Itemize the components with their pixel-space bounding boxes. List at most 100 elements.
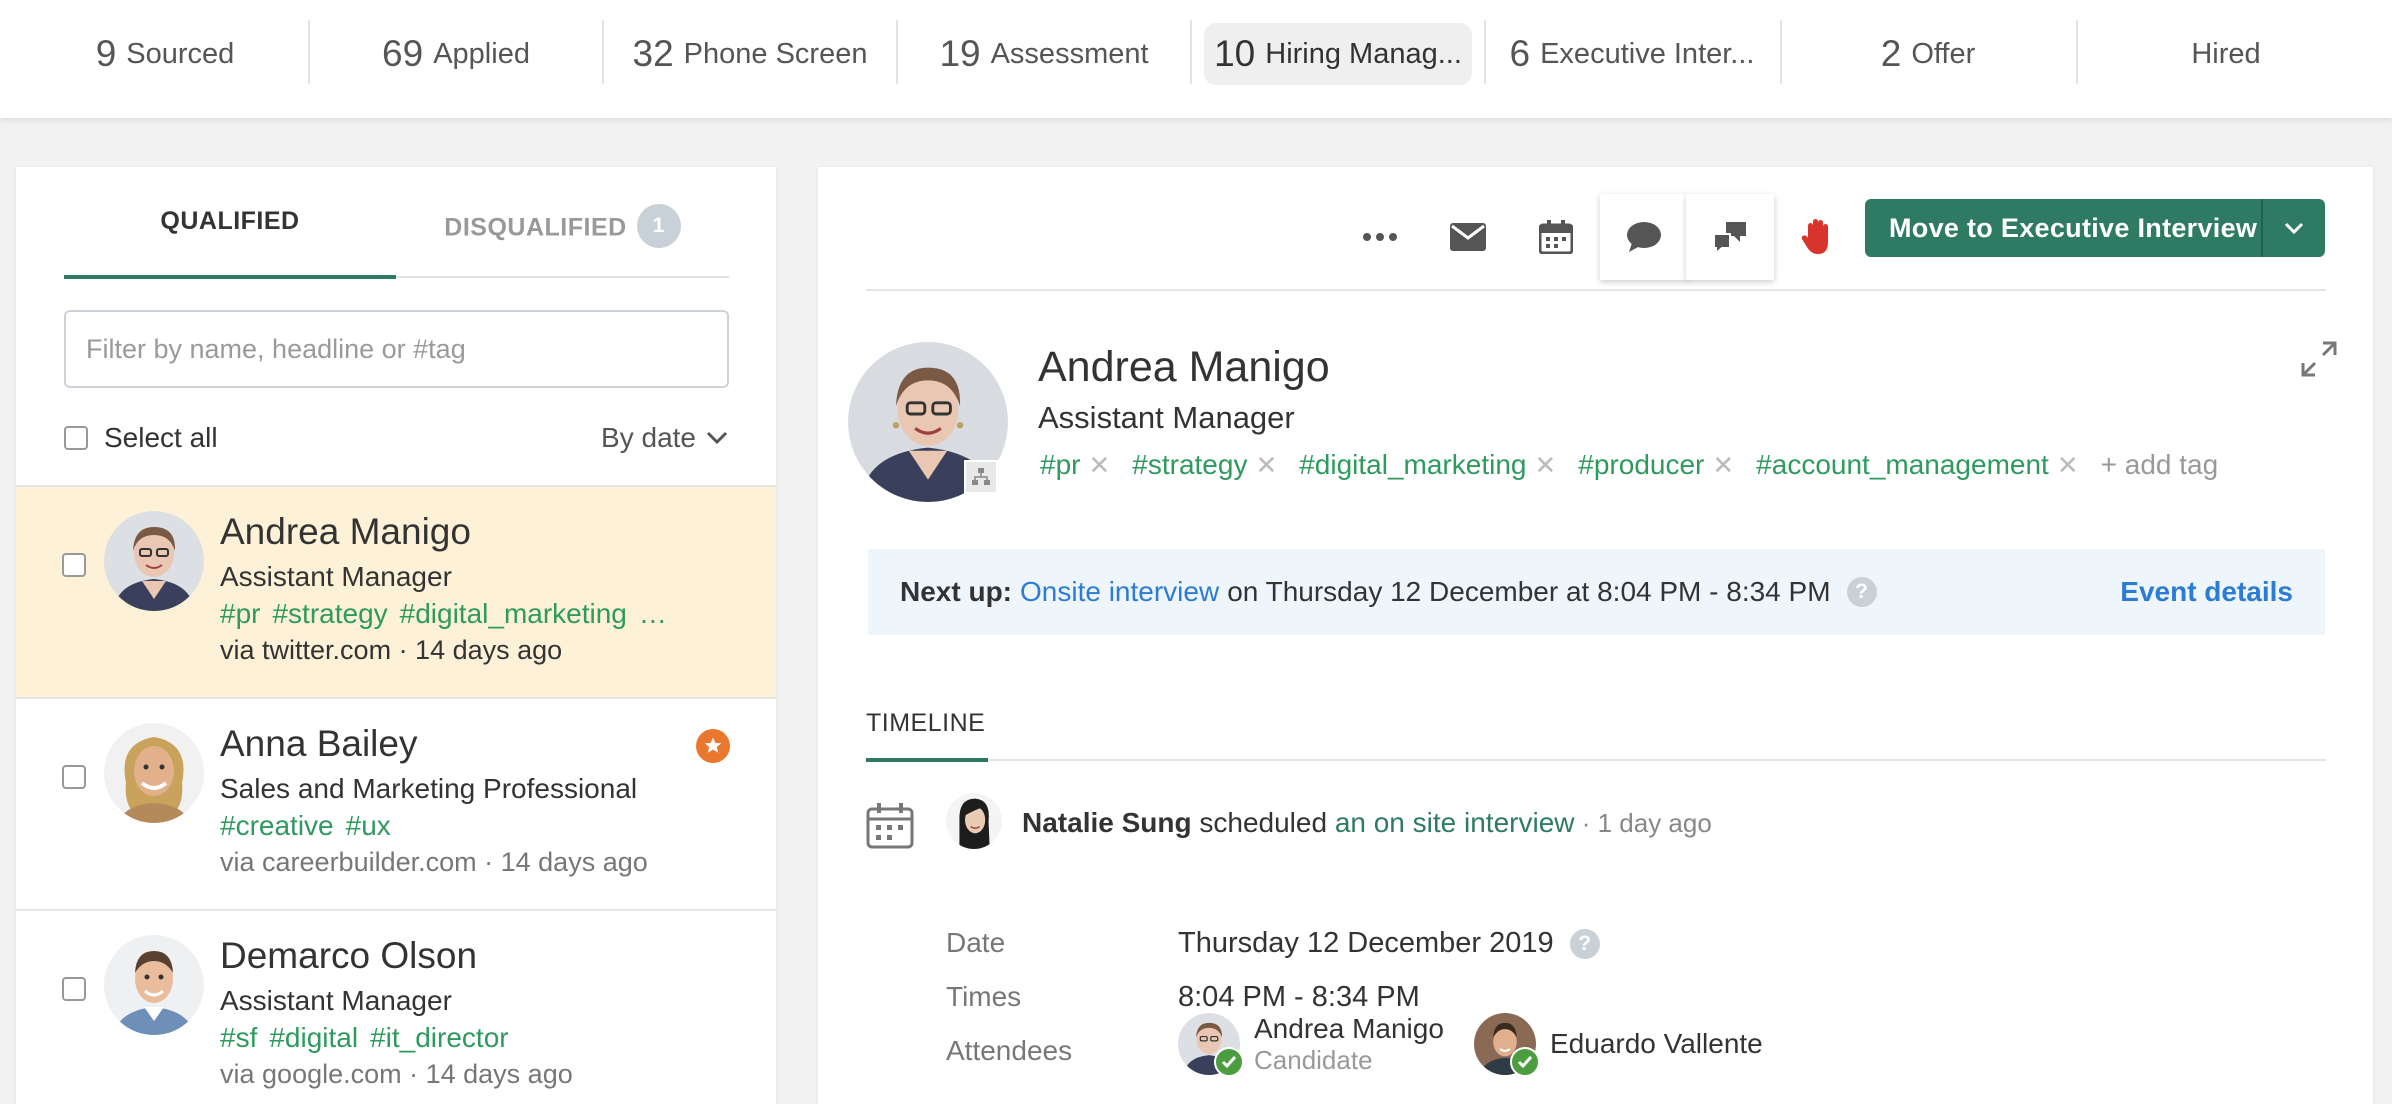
event-details-link[interactable]: Event details	[2120, 576, 2293, 608]
event-time-text: on Thursday 12 December at 8:04 PM - 8:3…	[1227, 576, 1831, 607]
select-all[interactable]: Select all	[64, 422, 218, 454]
avatar	[104, 723, 204, 823]
stage-assessment[interactable]: 19 Assessment	[898, 0, 1190, 108]
active-tab-indicator	[866, 758, 988, 762]
candidate-row[interactable]: Demarco Olson Assistant Manager #sf #digi…	[16, 909, 776, 1104]
timeline-underline	[866, 758, 2326, 762]
stage-label: Sourced	[126, 37, 235, 70]
stage-label: Assessment	[990, 37, 1149, 70]
tag[interactable]: #account_management ✕	[1756, 449, 2078, 481]
source-name: careerbuilder.com	[262, 847, 477, 877]
actor-name[interactable]: Natalie Sung	[1022, 807, 1192, 838]
tag-label: #strategy	[1132, 449, 1248, 480]
stage-offer[interactable]: 2 Offer	[1782, 0, 2074, 108]
move-stage-button[interactable]: Move to Executive Interview	[1865, 199, 2325, 257]
help-icon[interactable]: ?	[1569, 928, 1600, 959]
feedback-button[interactable]	[1686, 194, 1774, 280]
stage-sourced[interactable]: 9 Sourced	[20, 0, 310, 108]
candidate-checkbox[interactable]	[62, 977, 86, 1001]
feedback-icon	[1713, 222, 1746, 254]
disqualify-button[interactable]	[1774, 194, 1862, 280]
check-icon	[1510, 1047, 1540, 1077]
stage-count: 6	[1509, 33, 1531, 74]
stage-phone-screen[interactable]: 32 Phone Screen	[604, 0, 896, 108]
candidate-headline: Sales and Marketing Professional	[220, 773, 638, 804]
tag[interactable]: #producer ✕	[1578, 449, 1734, 481]
tag-label: #account_management	[1756, 449, 2049, 480]
timeline-tab[interactable]: TIMELINE	[866, 709, 985, 738]
tab-label: DISQUALIFIED	[444, 213, 627, 242]
attendee-name: Eduardo Vallente	[1550, 1028, 1763, 1059]
sort-dropdown[interactable]: By date	[601, 422, 728, 454]
tag-label: #digital_marketing	[1299, 449, 1527, 480]
tag[interactable]: #strategy	[272, 598, 387, 629]
profile-tags: #pr ✕ #strategy ✕ #digital_marketing ✕ #pro…	[1040, 449, 2218, 481]
via-prefix: via	[220, 847, 263, 877]
remove-tag-icon[interactable]: ✕	[1255, 450, 1277, 481]
pipeline-bar: 9 Sourced 69 Applied 32 Phone Screen 19 …	[0, 0, 2392, 118]
via-prefix: via	[220, 635, 263, 665]
more-actions-button[interactable]	[1336, 194, 1424, 280]
remove-tag-icon[interactable]: ✕	[1534, 450, 1556, 481]
candidate-row[interactable]: Anna Bailey Sales and Marketing Professi…	[16, 697, 776, 909]
tag[interactable]: #creative	[220, 810, 334, 841]
via-prefix: via	[220, 1059, 263, 1089]
tag[interactable]: #digital_marketing	[400, 598, 627, 629]
candidate-source: via twitter.com · 14 days ago	[220, 635, 562, 666]
stage-label: Hired	[2191, 37, 2261, 70]
remove-tag-icon[interactable]: ✕	[1088, 450, 1110, 481]
remove-tag-icon[interactable]: ✕	[2057, 450, 2079, 481]
next-up-label: Next up:	[900, 576, 1012, 607]
disqualified-count-badge: 1	[636, 204, 681, 248]
timeline-entry-text: Natalie Sung scheduled an on site interv…	[1022, 807, 1712, 839]
activity-link[interactable]: an on site interview	[1335, 807, 1575, 838]
email-button[interactable]	[1424, 194, 1512, 280]
stage-applied[interactable]: 69 Applied	[310, 0, 602, 108]
tag[interactable]: #sf	[220, 1022, 257, 1053]
mail-icon	[1450, 223, 1486, 251]
tag[interactable]: #digital_marketing ✕	[1299, 449, 1556, 481]
candidate-row[interactable]: Andrea Manigo Assistant Manager #pr #stra…	[16, 485, 776, 697]
stage-count: 19	[939, 33, 981, 74]
tag[interactable]: #digital	[269, 1022, 358, 1053]
move-stage-dropdown[interactable]	[2261, 199, 2325, 257]
add-tag-button[interactable]: + add tag	[2101, 449, 2219, 481]
comment-button[interactable]	[1600, 194, 1688, 280]
move-stage-label: Move to Executive Interview	[1889, 212, 2258, 243]
date-label: Date	[946, 927, 1006, 958]
help-icon[interactable]: ?	[1846, 577, 1877, 607]
filter-input[interactable]	[86, 333, 707, 365]
stage-executive-interview[interactable]: 6 Executive Inter...	[1486, 0, 1778, 108]
stage-hired[interactable]: Hired	[2078, 0, 2374, 108]
tag[interactable]: #it_director	[370, 1022, 509, 1053]
expand-icon[interactable]	[2301, 341, 2337, 382]
attendee-role: Candidate	[1254, 1045, 1373, 1075]
more-icon	[1363, 233, 1397, 241]
event-link[interactable]: Onsite interview	[1020, 576, 1219, 608]
candidate-name: Anna Bailey	[220, 723, 418, 764]
more-tags-ellipsis: …	[638, 598, 667, 629]
schedule-button[interactable]	[1512, 194, 1600, 280]
times-label: Times	[946, 981, 1022, 1012]
candidate-list-panel: QUALIFIED DISQUALIFIED 1 Select all By da…	[16, 167, 776, 1104]
candidate-detail-panel: Move to Executive Interview Andrea Manig…	[818, 167, 2373, 1104]
avatar	[946, 793, 1002, 849]
tab-qualified[interactable]: QUALIFIED	[64, 207, 396, 236]
candidate-checkbox[interactable]	[62, 765, 86, 789]
tag[interactable]: #pr ✕	[1040, 449, 1110, 481]
source-age: · 14 days ago	[391, 635, 563, 665]
candidate-checkbox[interactable]	[62, 553, 86, 577]
star-icon[interactable]	[696, 729, 730, 763]
date-text: Thursday 12 December 2019	[1178, 927, 1554, 959]
tab-disqualified[interactable]: DISQUALIFIED 1	[396, 204, 729, 251]
attendee: Andrea Manigo Candidate	[1178, 1013, 1444, 1077]
candidate-source: via careerbuilder.com · 14 days ago	[220, 847, 648, 878]
source-name: google.com	[262, 1059, 402, 1089]
tag[interactable]: #strategy ✕	[1132, 449, 1277, 481]
remove-tag-icon[interactable]: ✕	[1712, 450, 1734, 481]
tag[interactable]: #pr	[220, 598, 260, 629]
attendee-info: Eduardo Vallente	[1550, 1028, 1763, 1060]
select-all-checkbox[interactable]	[64, 426, 88, 450]
stage-hiring-manager[interactable]: 10 Hiring Manag...	[1192, 0, 1484, 108]
tag[interactable]: #ux	[346, 810, 391, 841]
